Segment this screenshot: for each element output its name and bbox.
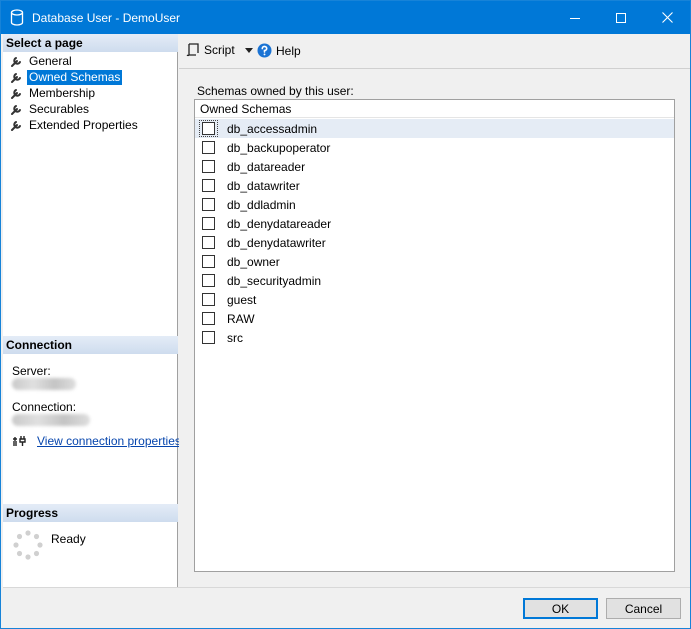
schema-checkbox[interactable] (202, 217, 215, 230)
page-item-owned-schemas[interactable]: Owned Schemas (3, 69, 178, 85)
schemas-owned-label: Schemas owned by this user: (197, 84, 354, 98)
schema-name: RAW (227, 312, 255, 326)
script-icon (186, 43, 199, 57)
title-bar[interactable]: Database User - DemoUser (1, 1, 690, 34)
schema-checkbox[interactable] (202, 255, 215, 268)
page-list: General Owned Schemas Membership Securab… (3, 53, 178, 133)
schema-row[interactable]: db_securityadmin (195, 271, 674, 290)
schema-checkbox[interactable] (202, 274, 215, 287)
dialog-footer: OK Cancel (3, 587, 690, 628)
schema-name: db_backupoperator (227, 141, 331, 155)
script-button[interactable]: Script (186, 43, 253, 57)
page-item-label: Owned Schemas (27, 69, 123, 85)
schema-row[interactable]: guest (195, 290, 674, 309)
maximize-icon (616, 12, 626, 23)
schema-name: db_datareader (227, 160, 306, 174)
close-icon (661, 12, 673, 23)
schema-checkbox[interactable] (202, 331, 215, 344)
schema-row[interactable]: db_datareader (195, 157, 674, 176)
schema-rows: db_accessadmin db_backupoperator db_data… (195, 119, 674, 347)
toolbar: Script Help (179, 34, 690, 68)
schema-row[interactable]: db_accessadmin (195, 119, 674, 138)
minimize-button[interactable] (552, 1, 598, 34)
dialog-window: Database User - DemoUser Select a page G… (0, 0, 691, 629)
connection-header: Connection (3, 336, 178, 354)
progress-header: Progress (3, 504, 178, 522)
script-label: Script (204, 43, 235, 57)
page-item-label: General (29, 53, 72, 68)
schema-checkbox[interactable] (202, 160, 215, 173)
schema-row[interactable]: RAW (195, 309, 674, 328)
schema-name: db_ddladmin (227, 198, 296, 212)
owned-schemas-page: Schemas owned by this user: Owned Schema… (179, 68, 690, 587)
page-item-general[interactable]: General (3, 53, 178, 69)
help-icon (257, 43, 272, 58)
schema-row[interactable]: db_denydatawriter (195, 233, 674, 252)
schema-checkbox[interactable] (202, 141, 215, 154)
select-page-header: Select a page (3, 34, 178, 52)
page-item-label: Membership (29, 85, 96, 100)
minimize-icon (570, 17, 580, 19)
schema-name: db_denydatawriter (227, 236, 326, 250)
progress-status: Ready (51, 532, 86, 546)
schema-checkbox[interactable] (202, 179, 215, 192)
window-title: Database User - DemoUser (32, 11, 181, 25)
page-item-label: Extended Properties (29, 117, 138, 132)
schema-checkbox[interactable] (202, 293, 215, 306)
schema-row[interactable]: src (195, 328, 674, 347)
schema-row[interactable]: db_backupoperator (195, 138, 674, 157)
schema-row[interactable]: db_datawriter (195, 176, 674, 195)
view-connection-properties-link[interactable]: View connection properties (37, 434, 181, 448)
schema-name: db_denydatareader (227, 217, 332, 231)
page-item-extended-properties[interactable]: Extended Properties (3, 117, 178, 133)
progress-spinner-icon (13, 530, 43, 560)
schema-name: db_datawriter (227, 179, 300, 193)
schema-checkbox[interactable] (202, 312, 215, 325)
schema-row[interactable]: db_ddladmin (195, 195, 674, 214)
wrench-icon (11, 88, 21, 99)
left-pane: Select a page General Owned Schemas Memb… (3, 34, 181, 587)
connection-properties-row: View connection properties (12, 434, 181, 448)
ok-button[interactable]: OK (523, 598, 598, 619)
page-item-membership[interactable]: Membership (3, 85, 178, 101)
dropdown-arrow-icon[interactable] (244, 47, 253, 53)
wrench-icon (11, 104, 21, 115)
schema-checkbox[interactable] (202, 122, 215, 135)
schema-name: db_securityadmin (227, 274, 322, 288)
wrench-icon (11, 120, 21, 131)
owned-schemas-column-header[interactable]: Owned Schemas (195, 100, 674, 118)
maximize-button[interactable] (598, 1, 644, 34)
database-icon (10, 9, 24, 26)
help-label: Help (276, 43, 301, 58)
schema-row[interactable]: db_owner (195, 252, 674, 271)
cancel-button[interactable]: Cancel (606, 598, 681, 619)
schema-name: src (227, 331, 243, 345)
schema-name: db_accessadmin (227, 122, 318, 136)
connection-value-redacted (12, 414, 90, 426)
server-value-redacted (12, 378, 76, 390)
page-item-label: Securables (29, 101, 90, 116)
close-button[interactable] (644, 1, 690, 34)
schema-row[interactable]: db_denydatareader (195, 214, 674, 233)
schema-name: db_owner (227, 255, 280, 269)
page-item-securables[interactable]: Securables (3, 101, 178, 117)
wrench-icon (11, 56, 21, 67)
connection-plug-icon (13, 436, 26, 446)
schema-checkbox[interactable] (202, 236, 215, 249)
owned-schemas-list[interactable]: Owned Schemas db_accessadmin db_backupop… (194, 99, 675, 572)
help-button[interactable]: Help (257, 43, 301, 58)
connection-label: Connection: (12, 400, 77, 414)
schema-checkbox[interactable] (202, 198, 215, 211)
server-label: Server: (12, 364, 51, 378)
schema-name: guest (227, 293, 257, 307)
wrench-icon (11, 72, 21, 83)
